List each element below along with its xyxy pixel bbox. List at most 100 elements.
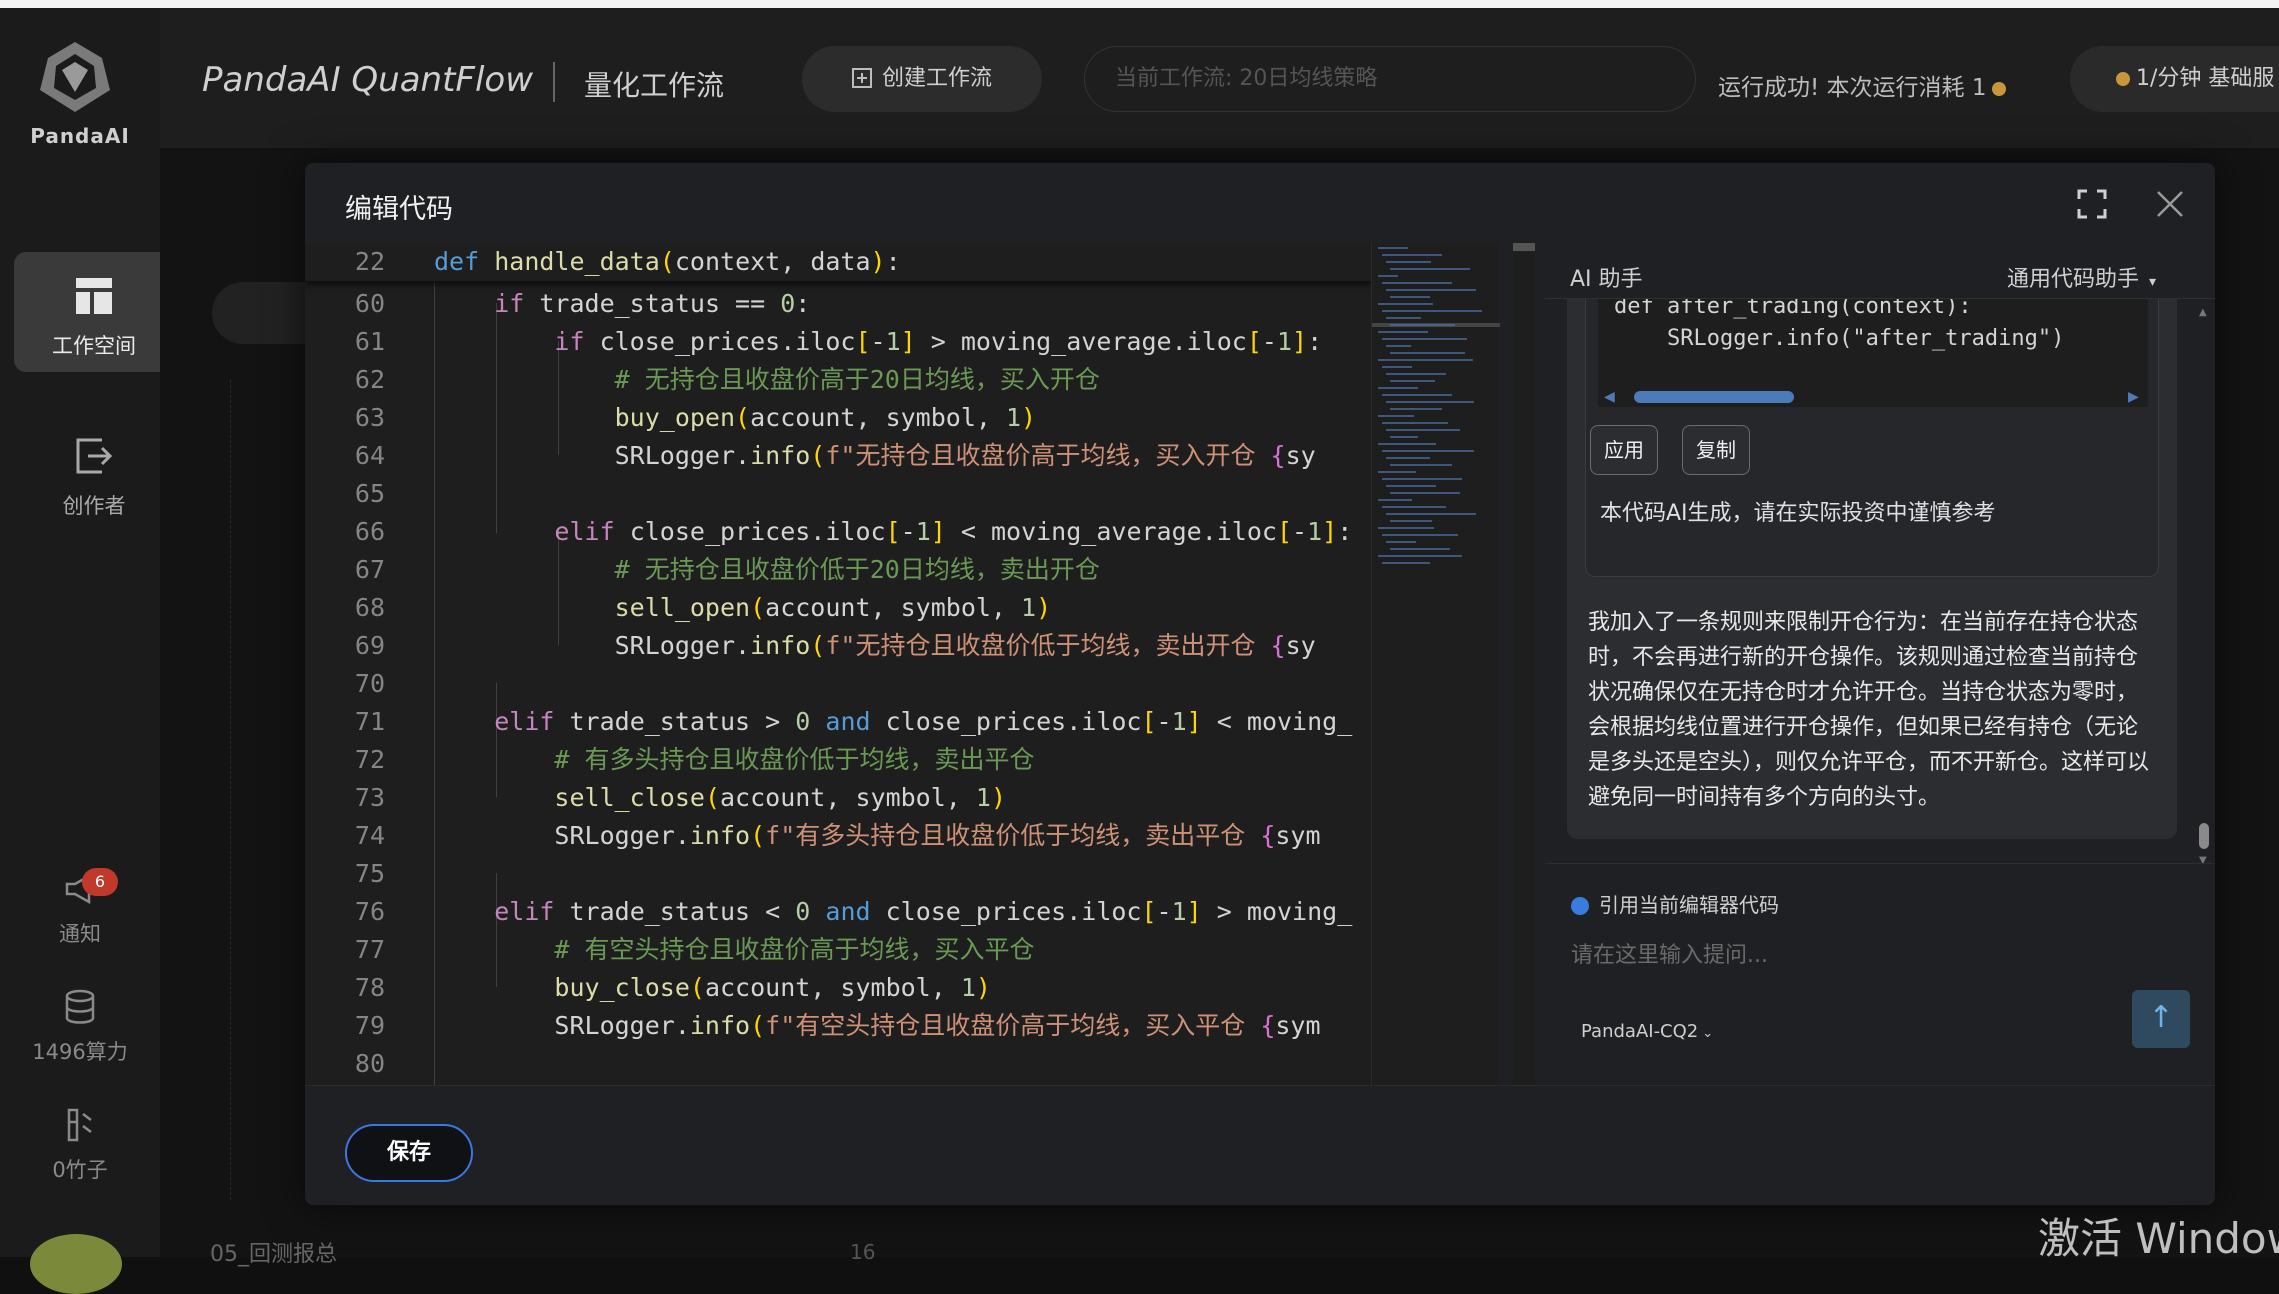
sidebar-item-notify[interactable]: 通知: [0, 870, 160, 948]
reference-editor-checkbox[interactable]: 引用当前编辑器代码: [1571, 889, 1779, 918]
minimap-line: [1390, 548, 1450, 550]
snippet-line-2: SRLogger.info("after_trading"): [1614, 326, 2065, 351]
code-snippet: def after_trading(context): SRLogger.inf…: [1598, 299, 2148, 387]
snippet-horizontal-scrollbar[interactable]: ◀ ▶: [1598, 387, 2148, 407]
logo-text: PandaAI: [30, 124, 130, 148]
chat-scroll-thumb[interactable]: [2199, 823, 2209, 849]
run-status: 运行成功! 本次运行消耗 1: [1718, 68, 2012, 102]
assistant-mode-label: 通用代码助手: [2007, 267, 2140, 292]
minimap-line: [1386, 401, 1474, 403]
scroll-right-icon[interactable]: ▶: [2128, 389, 2139, 405]
compute-label: 1496算力: [32, 1040, 128, 1064]
minimap-line: [1382, 534, 1458, 536]
code-line: 63 buy_open(account, symbol, 1): [354, 403, 1037, 432]
brand-title: PandaAI QuantFlow: [202, 60, 534, 100]
minimap-line: [1390, 408, 1442, 410]
code-line: 67 # 无持仓且收盘价低于20日均线，卖出开仓: [354, 555, 1100, 584]
checked-icon: [1571, 897, 1589, 915]
code-line: 75: [354, 859, 385, 888]
editor-scrollbar[interactable]: [1513, 243, 1535, 1085]
model-select[interactable]: PandaAI-CQ2 ⌄: [1581, 1021, 1713, 1042]
code-suggestion-card: def after_trading(context): SRLogger.inf…: [1585, 299, 2159, 577]
ai-message-card: def after_trading(context): SRLogger.inf…: [1567, 299, 2177, 839]
minimap-line: [1390, 324, 1455, 326]
coin-icon: [2116, 72, 2130, 86]
avatar[interactable]: [30, 1234, 122, 1294]
sidebar-item-workspace[interactable]: 工作空间: [14, 252, 174, 372]
minimap-line: [1386, 373, 1446, 375]
minimap-line: [1382, 506, 1446, 508]
code-line: 71 elif trade_status > 0 and close_price…: [354, 707, 1353, 736]
save-button[interactable]: 保存: [345, 1124, 473, 1182]
bamboo-icon: [67, 1108, 92, 1142]
sidebar-item-bamboo[interactable]: 0竹子: [0, 1106, 160, 1184]
send-button[interactable]: ↑: [2132, 990, 2190, 1048]
minimap-line: [1378, 471, 1416, 473]
code-line: 69 SRLogger.info(f"无持仓且收盘价低于均线，卖出开仓 {sy: [354, 631, 1316, 660]
model-label: PandaAI-CQ2: [1581, 1021, 1699, 1042]
minimap-line: [1386, 429, 1460, 431]
rate-pill[interactable]: 1/分钟 基础服: [2070, 46, 2279, 112]
minimap-line: [1386, 513, 1476, 515]
minimap-line: [1382, 254, 1442, 256]
create-workflow-button[interactable]: 创建工作流: [802, 46, 1042, 112]
apply-button[interactable]: 应用: [1590, 425, 1658, 475]
editor-scroll-thumb[interactable]: [1513, 243, 1535, 251]
code-line: 62 # 无持仓且收盘价高于20日均线，买入开仓: [354, 365, 1100, 394]
arrow-up-icon: ↑: [2148, 1000, 2174, 1035]
minimap-line: [1378, 303, 1433, 305]
minimap-line: [1390, 296, 1430, 298]
creator-label: 创作者: [62, 494, 126, 518]
sidebar-item-compute[interactable]: 1496算力: [0, 988, 160, 1066]
ai-assistant-panel: AI 助手 通用代码助手 ▾ def after_trading(context)…: [1545, 243, 2215, 1085]
editor-minimap[interactable]: [1371, 243, 1500, 1085]
minimap-line: [1378, 527, 1434, 529]
code-line: 68 sell_open(account, symbol, 1): [354, 593, 1052, 622]
close-icon[interactable]: [2155, 189, 2185, 219]
code-editor[interactable]: 60 if trade_status == 0: 61 if close_pri…: [305, 243, 1371, 1085]
sidebar: PandaAI 工作空间 创作者 通知 6 1496算力 0竹子: [0, 8, 174, 1294]
reference-editor-label: 引用当前编辑器代码: [1599, 893, 1779, 917]
code-line: 77 # 有空头持仓且收盘价高于均线，买入平仓: [354, 935, 1035, 964]
minimap-line: [1378, 443, 1436, 445]
minimap-line: [1378, 275, 1398, 277]
snippet-scroll-thumb[interactable]: [1634, 391, 1794, 403]
minimap-line: [1382, 562, 1430, 564]
caret-down-icon: ▾: [2149, 274, 2157, 290]
background-panel: [230, 380, 310, 1200]
current-workflow-field[interactable]: 当前工作流: 20日均线策略: [1084, 46, 1696, 112]
code-line: 79 SRLogger.info(f"有空头持仓且收盘价高于均线，买入平仓 {s…: [354, 1011, 1321, 1040]
app-header: PandaAI QuantFlow 量化工作流 创建工作流 当前工作流: 20日…: [160, 8, 2279, 148]
code-line: 64 SRLogger.info(f"无持仓且收盘价高于均线，买入开仓 {sy: [354, 441, 1316, 470]
brand-divider: [553, 62, 555, 102]
code-line: 70: [354, 669, 385, 698]
minimap-line: [1386, 457, 1430, 459]
coin-icon: [1992, 81, 2007, 96]
code-line: 76 elif trade_status < 0 and close_price…: [354, 897, 1353, 926]
code-line: 22 def handle_data(context, data):: [354, 247, 901, 276]
chat-scrollbar[interactable]: ▲ ▼: [2199, 307, 2209, 866]
minimap-line: [1386, 485, 1436, 487]
code-line: 74 SRLogger.info(f"有多头持仓且收盘价低于均线，卖出平仓 {s…: [354, 821, 1321, 850]
ai-disclaimer: 本代码AI生成，请在实际投资中谨慎参考: [1600, 501, 1996, 526]
minimap-line: [1390, 352, 1465, 354]
minimap-line: [1378, 555, 1462, 557]
minimap-line: [1382, 282, 1452, 284]
workspace-label: 工作空间: [52, 334, 136, 358]
code-line: 73 sell_close(account, symbol, 1): [354, 783, 1006, 812]
scroll-down-icon[interactable]: ▼: [2199, 855, 2207, 866]
pandaai-logo-icon: [40, 42, 110, 112]
sidebar-item-creator[interactable]: 创作者: [14, 412, 174, 532]
question-input[interactable]: [1571, 933, 2131, 977]
fullscreen-icon[interactable]: [2077, 189, 2107, 219]
minimap-line: [1390, 520, 1432, 522]
background-node-label: 05_回测报总: [210, 1242, 337, 1267]
scroll-up-icon[interactable]: ▲: [2199, 307, 2207, 318]
minimap-line: [1386, 261, 1431, 263]
sticky-scroll-header: 22 def handle_data(context, data):: [305, 243, 1371, 281]
modal-footer: 保存: [305, 1085, 2215, 1205]
scroll-left-icon[interactable]: ◀: [1604, 389, 1615, 405]
assistant-mode-select[interactable]: 通用代码助手 ▾: [2007, 261, 2156, 293]
notify-badge: 6: [82, 868, 118, 896]
copy-button[interactable]: 复制: [1682, 425, 1750, 475]
